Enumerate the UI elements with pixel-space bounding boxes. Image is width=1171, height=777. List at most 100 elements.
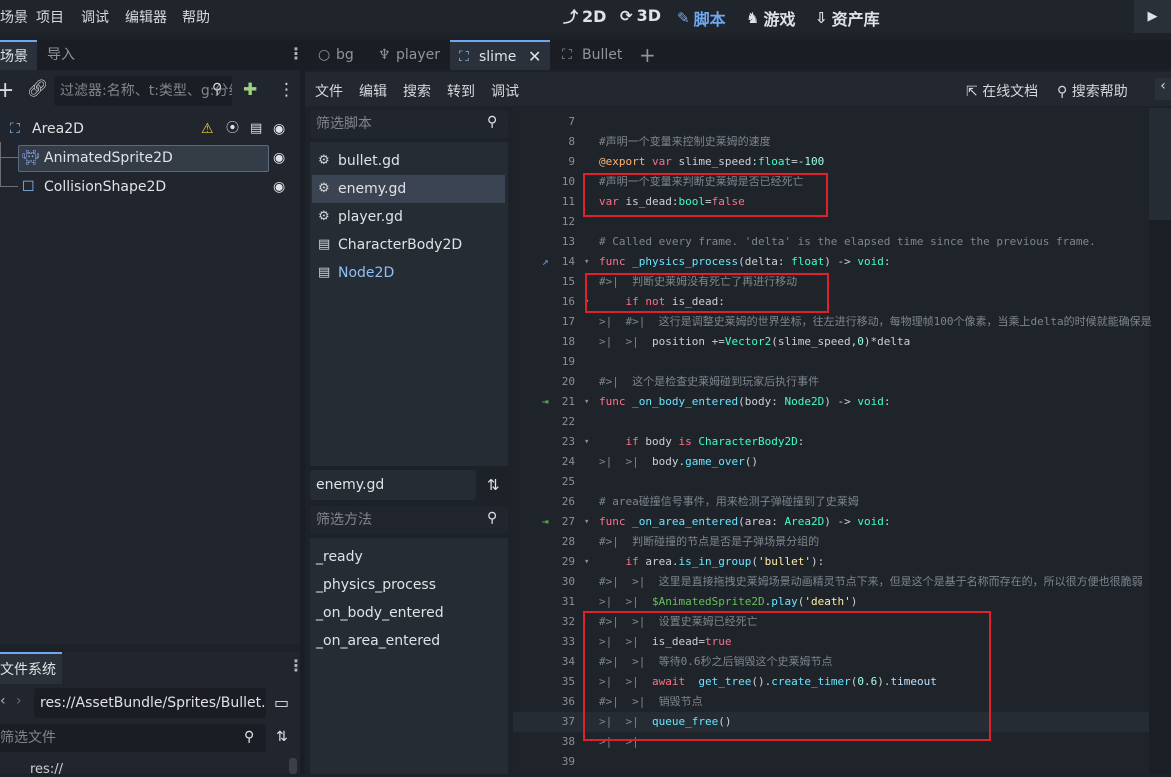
menu-help[interactable]: 帮助 — [182, 7, 210, 27]
add-tab-button[interactable]: + — [639, 40, 659, 70]
method-item[interactable]: _on_body_entered — [316, 605, 444, 621]
code-line[interactable]: 9 @export var slime_speed:float=-100 — [513, 152, 1149, 172]
code-line[interactable]: 14 func _physics_process(delta: float) ->… — [513, 252, 1149, 272]
menu-debug-script[interactable]: 调试 — [491, 81, 519, 101]
method-item[interactable]: _on_area_entered — [316, 633, 440, 649]
code-line[interactable]: 19 — [513, 352, 1149, 372]
fs-filter-input[interactable]: 筛选文件 — [0, 724, 266, 752]
script-item-node2d[interactable]: ▤ Node2D — [312, 259, 505, 287]
code-text[interactable]: >| >| $AnimatedSprite2D.play('death') — [599, 592, 857, 612]
code-line[interactable]: 28 #>| 判断碰撞的节点是否是子弹场景分组的 — [513, 532, 1149, 552]
toggle-panel-icon[interactable]: ‹ — [1155, 78, 1171, 100]
workspace-3d[interactable]: ⟳ 3D — [620, 6, 661, 25]
code-text[interactable]: func _physics_process(delta: float) -> v… — [599, 252, 890, 272]
line-number[interactable]: 11 — [513, 192, 575, 212]
script-item-enemy[interactable]: ⚙ enemy.gd — [312, 175, 505, 203]
line-number[interactable]: 35 — [513, 672, 575, 692]
code-line[interactable]: 31 >| >| $AnimatedSprite2D.play('death') — [513, 592, 1149, 612]
code-line[interactable]: 13 # Called every frame. 'delta' is the e… — [513, 232, 1149, 252]
close-icon[interactable]: ✕ — [528, 42, 541, 72]
line-number[interactable]: 38 — [513, 732, 575, 752]
code-line[interactable]: 39 — [513, 752, 1149, 772]
tab-scene[interactable]: 场景 — [0, 40, 37, 70]
fold-arrow-icon[interactable]: ▾ — [584, 392, 589, 412]
workspace-2d[interactable]: ⤴ 2D — [563, 6, 606, 27]
code-line[interactable]: 20 #>| 这个是检查史莱姆碰到玩家后执行事件 — [513, 372, 1149, 392]
code-text[interactable]: #>| 这个是检查史莱姆碰到玩家后执行事件 — [599, 372, 819, 392]
signal-connection-icon[interactable]: ⇥ — [542, 512, 549, 532]
menu-scene[interactable]: 场景 — [0, 7, 28, 27]
play-button[interactable]: ▶ — [1134, 0, 1171, 33]
line-number[interactable]: 20 — [513, 372, 575, 392]
visibility-icon[interactable]: ◉ — [273, 144, 285, 172]
tab-import[interactable]: 导入 — [39, 40, 83, 70]
line-number[interactable]: 36 — [513, 692, 575, 712]
line-number[interactable]: 33 — [513, 632, 575, 652]
code-text[interactable]: >| >| body.game_over() — [599, 452, 758, 472]
line-number[interactable]: 9 — [513, 152, 575, 172]
line-number[interactable]: 7 — [513, 112, 575, 132]
tab-bullet[interactable]: ⛶ Bullet — [557, 40, 635, 70]
method-item[interactable]: _ready — [316, 549, 363, 565]
line-number[interactable]: 31 — [513, 592, 575, 612]
warning-icon[interactable]: ⚠ — [201, 115, 214, 143]
fold-arrow-icon[interactable]: ▾ — [584, 512, 589, 532]
visibility-icon[interactable]: ◉ — [273, 173, 285, 201]
fold-arrow-icon[interactable]: ▾ — [584, 432, 589, 452]
code-text[interactable]: # area碰撞信号事件，用来检测子弹碰撞到了史莱姆 — [599, 492, 859, 512]
sort-icon[interactable]: ⇅ — [487, 476, 500, 494]
tree-node-area2d[interactable]: ⛶ Area2D ⚠ ⦿ ▤ ◉ — [0, 115, 300, 143]
tree-node-animatedsprite2d[interactable]: 👾︎ AnimatedSprite2D ◉ — [0, 144, 300, 172]
menu-goto[interactable]: 转到 — [447, 81, 475, 101]
code-line[interactable]: 22 — [513, 412, 1149, 432]
minimap[interactable] — [1149, 108, 1171, 774]
search-help-button[interactable]: ⚲ 搜索帮助 — [1057, 81, 1128, 101]
code-text[interactable]: # Called every frame. 'delta' is the ela… — [599, 232, 1096, 252]
tree-node-collisionshape2d[interactable]: ☐ CollisionShape2D ◉ — [0, 173, 300, 201]
menu-edit[interactable]: 编辑 — [359, 81, 387, 101]
line-number[interactable]: 28 — [513, 532, 575, 552]
menu-project[interactable]: 项目 — [36, 7, 64, 27]
sort-icon[interactable]: ⇅ — [276, 729, 288, 745]
line-number[interactable]: 22 — [513, 412, 575, 432]
split-view-icon[interactable]: ▭ — [274, 693, 289, 712]
code-line[interactable]: 7 — [513, 112, 1149, 132]
script-filter-input[interactable]: 筛选脚本 — [310, 110, 508, 138]
tab-filesystem[interactable]: 文件系统 — [0, 652, 62, 684]
fs-root-item[interactable]: res:// — [30, 762, 63, 777]
line-number[interactable]: 19 — [513, 352, 575, 372]
code-line[interactable]: 23 if body is CharacterBody2D: ▾ — [513, 432, 1149, 452]
line-number[interactable]: 34 — [513, 652, 575, 672]
code-text[interactable]: #>| >| 这里是直接拖拽史莱姆场景动画精灵节点下来，但是这个是基于名称而存在… — [599, 572, 1143, 592]
code-line[interactable]: 29 if area.is_in_group('bullet'): ▾ — [513, 552, 1149, 572]
code-line[interactable]: 24 >| >| body.game_over() — [513, 452, 1149, 472]
tab-bg[interactable]: ○ bg — [313, 40, 373, 70]
code-text[interactable]: if body is CharacterBody2D: — [599, 432, 805, 452]
workspace-assetlib[interactable]: ⇩ 资产库 — [815, 6, 880, 30]
back-icon[interactable]: ‹ — [0, 693, 6, 709]
line-number[interactable]: 26 — [513, 492, 575, 512]
line-number[interactable]: 17 — [513, 312, 575, 332]
code-text[interactable]: func _on_area_entered(area: Area2D) -> v… — [599, 512, 890, 532]
online-docs-button[interactable]: ⇱ 在线文档 — [966, 81, 1038, 101]
line-number[interactable]: 13 — [513, 232, 575, 252]
fs-path-input[interactable]: res://AssetBundle/Sprites/Bullet. — [34, 688, 266, 718]
line-number[interactable]: 30 — [513, 572, 575, 592]
line-number[interactable]: 37 — [513, 712, 575, 732]
menu-editor[interactable]: 编辑器 — [125, 7, 167, 27]
method-item[interactable]: _physics_process — [316, 577, 436, 593]
code-text[interactable]: if area.is_in_group('bullet'): — [599, 552, 825, 572]
more-icon[interactable]: ⋮ — [278, 82, 295, 99]
line-number[interactable]: 24 — [513, 452, 575, 472]
code-text[interactable]: #声明一个变量来控制史莱姆的速度 — [599, 132, 771, 152]
line-number[interactable]: 32 — [513, 612, 575, 632]
tab-slime[interactable]: ⛶ slime ✕ — [450, 40, 550, 70]
signal-icon[interactable]: ⦿ — [226, 115, 239, 143]
workspace-game[interactable]: ♞ 游戏 — [746, 6, 795, 30]
code-text[interactable]: func _on_body_entered(body: Node2D) -> v… — [599, 392, 890, 412]
menu-file[interactable]: 文件 — [315, 81, 343, 101]
script-attached-icon[interactable]: ▤ — [250, 115, 262, 143]
link-icon[interactable]: 🔗︎ — [27, 81, 49, 98]
line-number[interactable]: 39 — [513, 752, 575, 772]
code-text[interactable]: #>| 判断碰撞的节点是否是子弹场景分组的 — [599, 532, 819, 552]
